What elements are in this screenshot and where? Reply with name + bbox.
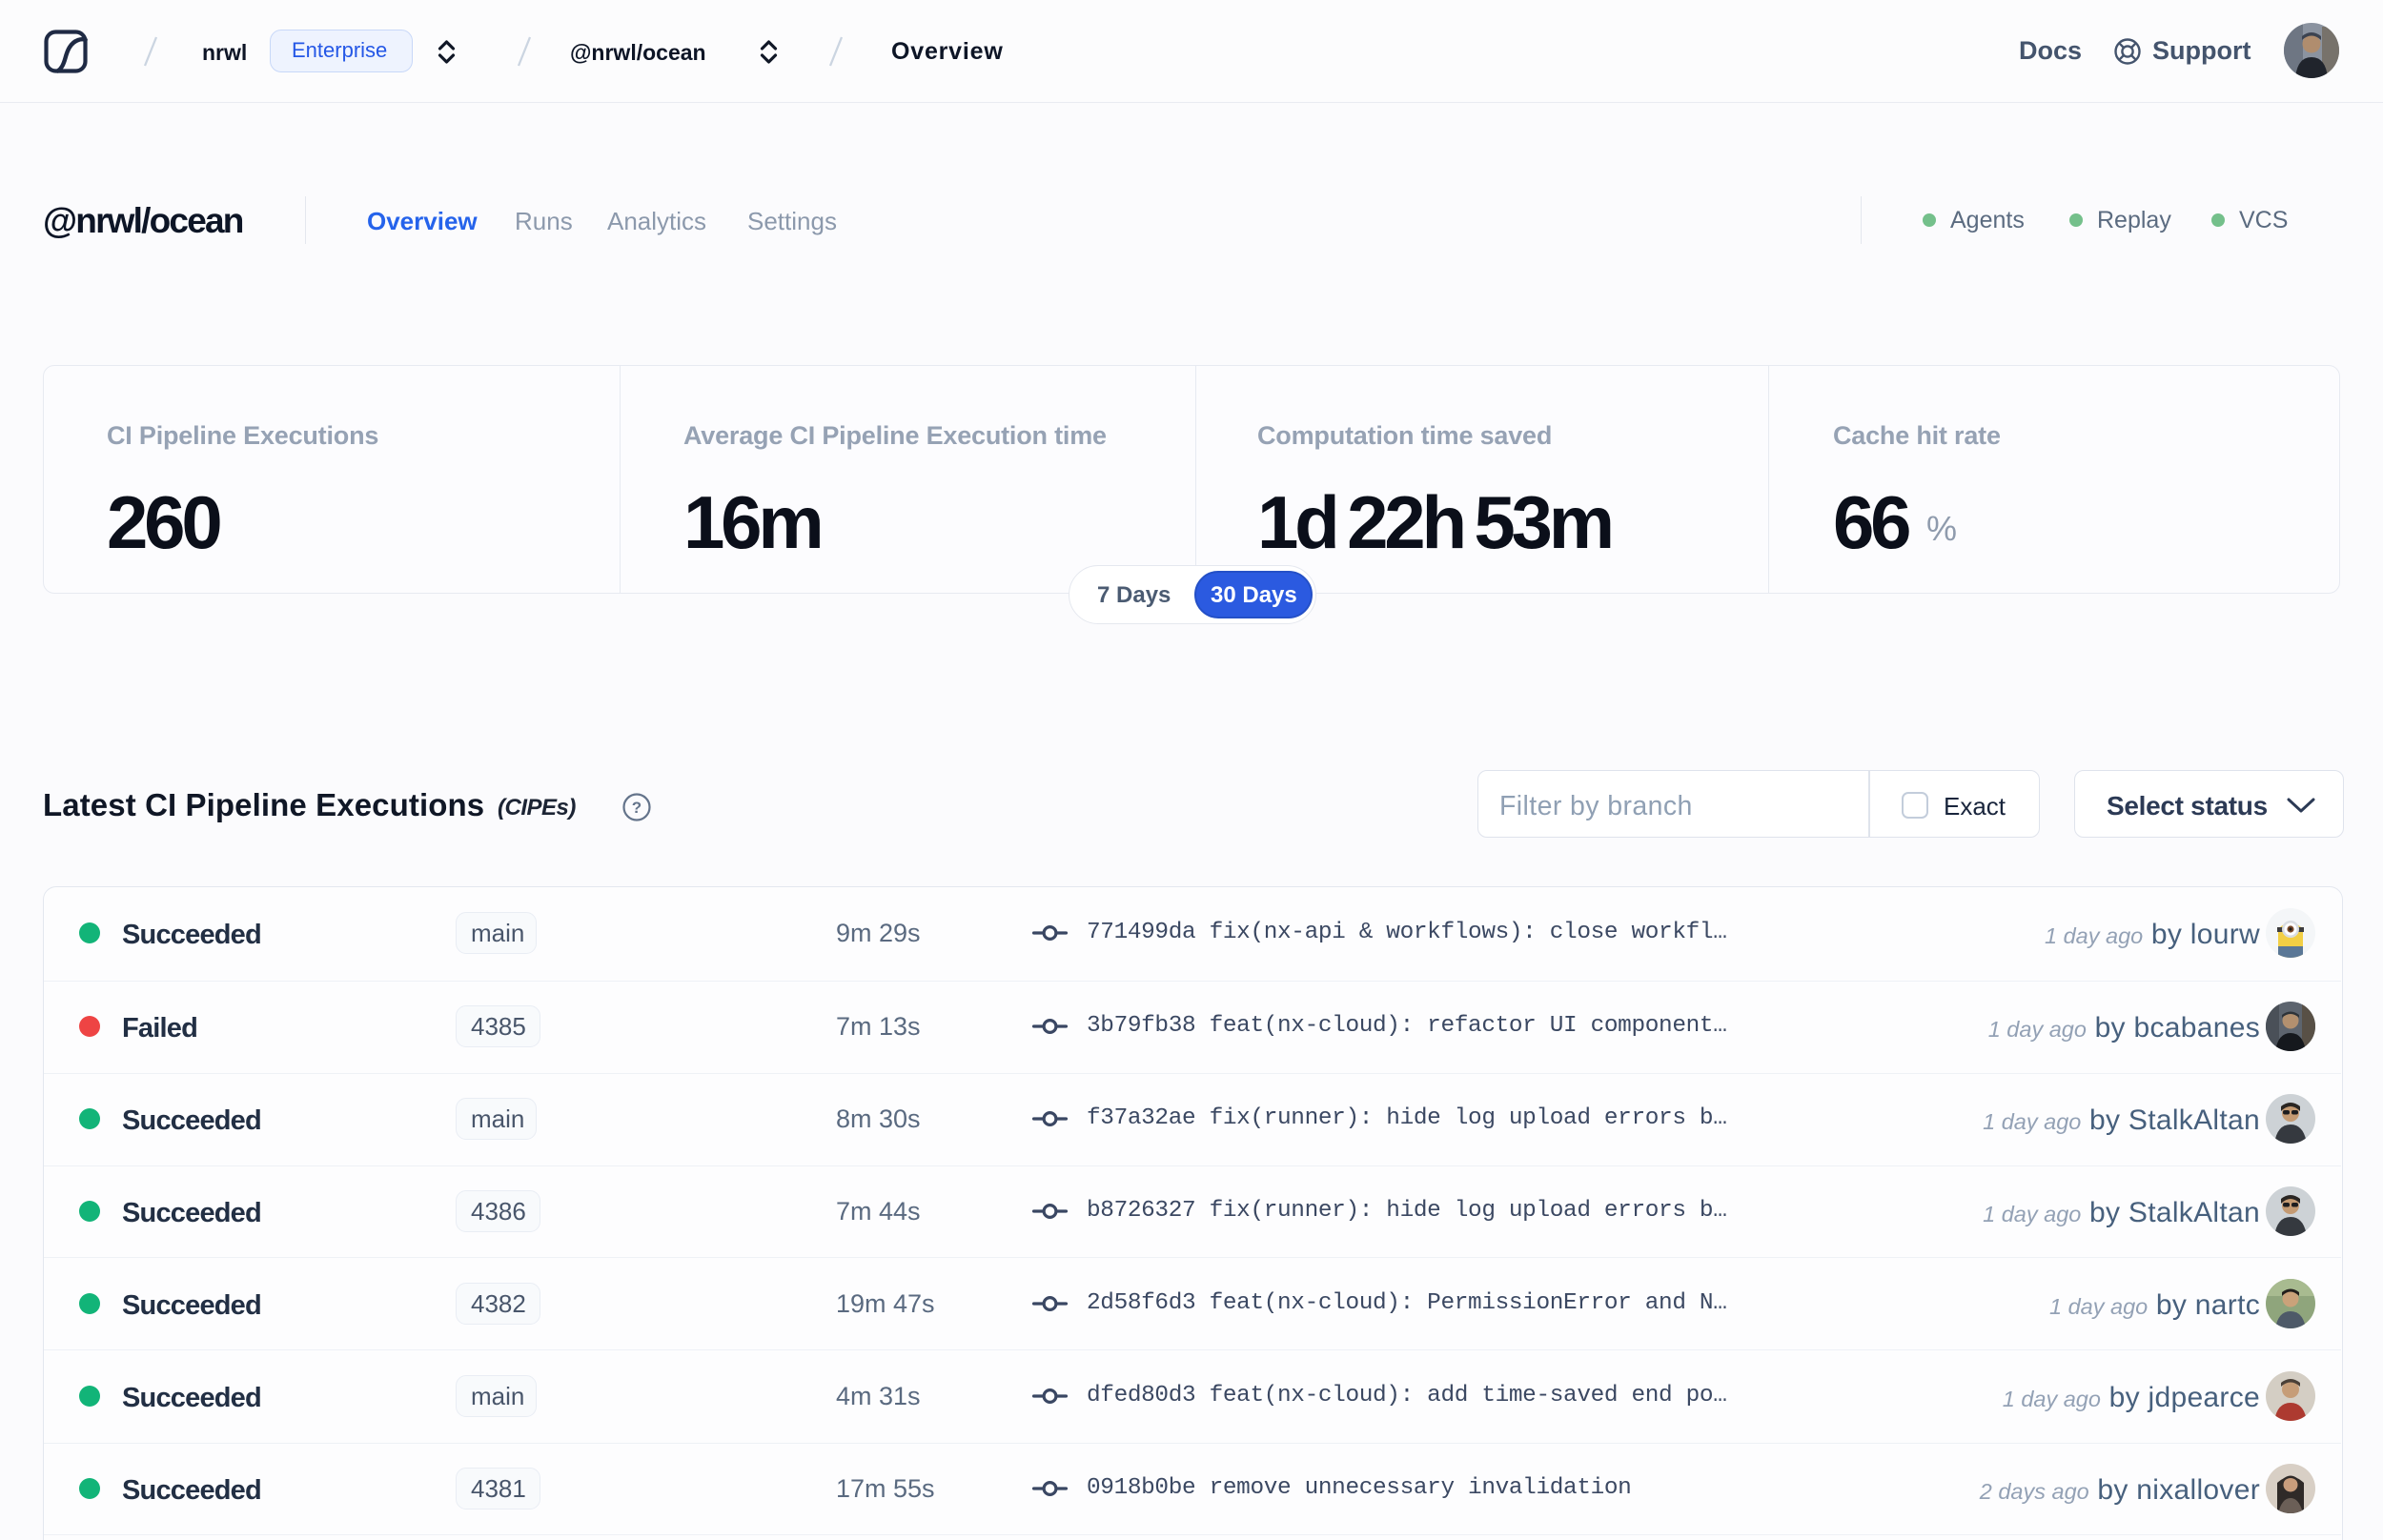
svg-text:?: ? xyxy=(632,799,642,817)
